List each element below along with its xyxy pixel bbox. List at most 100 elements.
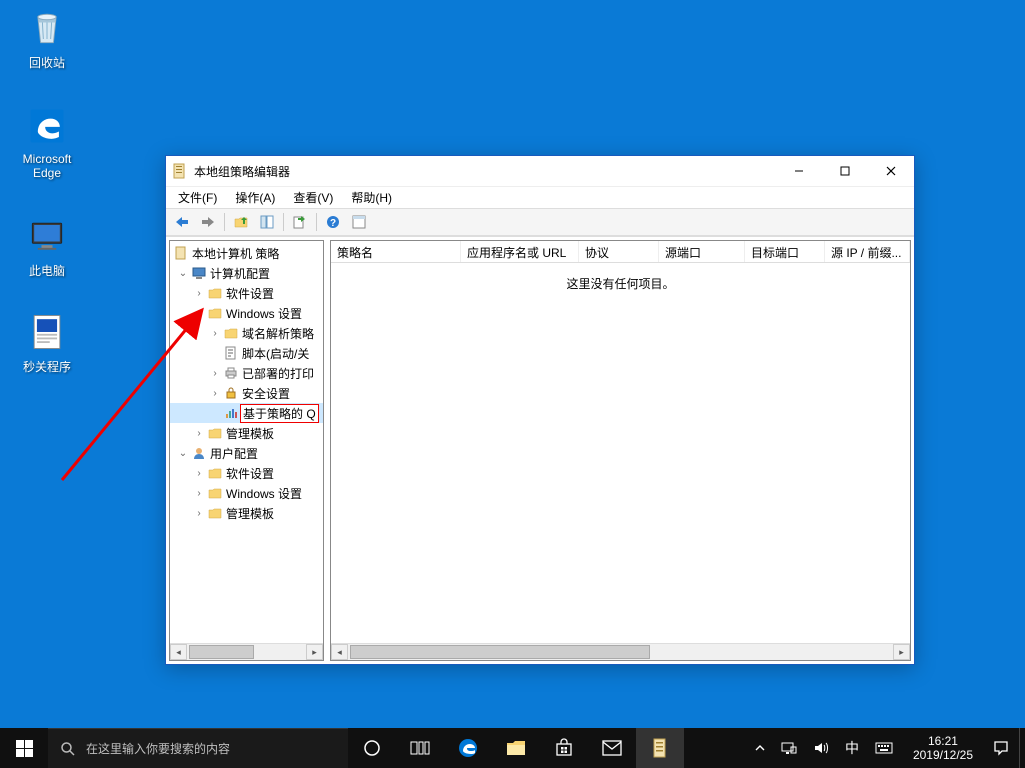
tray-ime[interactable]: 中 [841,728,863,768]
col-dst-port[interactable]: 目标端口 [745,241,825,262]
printer-icon [222,365,240,381]
tree-admin-templates[interactable]: › 管理模板 [170,423,323,443]
tray-overflow[interactable] [751,728,769,768]
tree-computer-config[interactable]: ⌄ 计算机配置 [170,263,323,283]
toolbar-forward-button[interactable] [196,211,220,233]
folder-icon [222,325,240,341]
expand-toggle[interactable]: › [208,368,222,379]
taskbar-cortana[interactable] [348,728,396,768]
col-src-port[interactable]: 源端口 [659,241,745,262]
desktop-icon-shutdown-tool[interactable]: 秒关程序 [10,310,84,375]
desktop-icon-label: 秒关程序 [23,360,71,374]
tree-policy-based-qos[interactable]: 基于策略的 Q [170,403,323,423]
tree-security-settings[interactable]: › 安全设置 [170,383,323,403]
gpedit-window: 本地组策略编辑器 文件(F) 操作(A) 查看(V) 帮助(H) ? 本 [165,155,915,665]
tree-user-admin-templates[interactable]: › 管理模板 [170,503,323,523]
recycle-bin-icon [23,6,71,50]
tree-scripts[interactable]: 脚本(启动/关 [170,343,323,363]
list-pane: 策略名 应用程序名或 URL 协议 源端口 目标端口 源 IP / 前缀... … [330,240,911,661]
tree-user-config[interactable]: ⌄ 用户配置 [170,443,323,463]
menu-file[interactable]: 文件(F) [170,187,225,208]
desktop-icon-recycle-bin[interactable]: 回收站 [10,6,84,71]
expand-toggle[interactable]: › [192,488,206,499]
toolbar-help-button[interactable]: ? [321,211,345,233]
store-icon [554,738,574,758]
scroll-right-button[interactable]: ▸ [893,644,910,660]
tray-keyboard[interactable] [871,728,897,768]
show-desktop-button[interactable] [1019,728,1025,768]
expand-toggle[interactable]: ⌄ [176,448,190,459]
col-policy-name[interactable]: 策略名 [331,241,461,262]
tray-clock[interactable]: 16:21 2019/12/25 [905,734,981,763]
expand-toggle[interactable]: › [192,508,206,519]
desktop-icon-label: 此电脑 [29,264,65,278]
tree-dns-policy[interactable]: › 域名解析策略 [170,323,323,343]
tree-h-scrollbar[interactable]: ◂ ▸ [170,643,323,660]
taskbar-mail[interactable] [588,728,636,768]
desktop-icon-this-pc[interactable]: 此电脑 [10,214,84,279]
expand-toggle[interactable]: › [192,288,206,299]
tray-network[interactable] [777,728,801,768]
search-icon [60,741,76,757]
expand-toggle[interactable]: ⌄ [176,268,190,279]
cortana-icon [363,739,381,757]
taskbar-taskview[interactable] [396,728,444,768]
menu-help[interactable]: 帮助(H) [343,187,400,208]
user-icon [190,445,208,461]
gpedit-icon [651,738,669,758]
minimize-button[interactable] [776,156,822,186]
taskbar-explorer[interactable] [492,728,540,768]
chevron-up-icon [755,743,765,753]
tree-deployed-printers[interactable]: › 已部署的打印 [170,363,323,383]
menu-action[interactable]: 操作(A) [227,187,283,208]
tray-volume[interactable] [809,728,833,768]
search-placeholder: 在这里输入你要搜索的内容 [86,740,230,757]
start-button[interactable] [0,728,48,768]
toolbar-up-button[interactable] [229,211,253,233]
folder-icon [206,465,224,481]
expand-toggle[interactable]: › [208,328,222,339]
taskbar-edge[interactable] [444,728,492,768]
titlebar[interactable]: 本地组策略编辑器 [166,156,914,186]
toolbar-back-button[interactable] [170,211,194,233]
system-tray: 中 16:21 2019/12/25 [745,728,1019,768]
toolbar-show-hide-tree-button[interactable] [255,211,279,233]
col-src-ip[interactable]: 源 IP / 前缀... [825,241,910,262]
tree-root[interactable]: 本地计算机 策略 [170,243,323,263]
taskbar-store[interactable] [540,728,588,768]
menu-view[interactable]: 查看(V) [285,187,341,208]
computer-icon [190,265,208,281]
tree-windows-settings[interactable]: ⌄ Windows 设置 [170,303,323,323]
taskbar-gpedit[interactable] [636,728,684,768]
expand-toggle[interactable]: › [208,388,222,399]
maximize-button[interactable] [822,156,868,186]
desktop-icon-label: 回收站 [29,56,65,70]
folder-icon [206,285,224,301]
expand-toggle[interactable]: › [192,428,206,439]
expand-toggle[interactable]: › [192,468,206,479]
folder-icon [206,485,224,501]
tree-pane: 本地计算机 策略 ⌄ 计算机配置 › 软件设置 ⌄ Windows 设置 [169,240,324,661]
desktop-icon-edge[interactable]: Microsoft Edge [10,104,84,180]
folder-icon [206,425,224,441]
clock-date: 2019/12/25 [913,748,973,762]
expand-toggle[interactable]: ⌄ [192,308,206,319]
toolbar-export-button[interactable] [288,211,312,233]
scroll-left-button[interactable]: ◂ [331,644,348,660]
tray-action-center[interactable] [989,728,1013,768]
col-app-or-url[interactable]: 应用程序名或 URL [461,241,579,262]
tree-user-software-settings[interactable]: › 软件设置 [170,463,323,483]
scroll-left-button[interactable]: ◂ [170,644,187,660]
list-h-scrollbar[interactable]: ◂ ▸ [331,643,910,660]
scroll-right-button[interactable]: ▸ [306,644,323,660]
toolbar: ? [166,208,914,236]
toolbar-properties-button[interactable] [347,211,371,233]
folder-icon [206,305,224,321]
tree-user-windows-settings[interactable]: › Windows 设置 [170,483,323,503]
close-button[interactable] [868,156,914,186]
tree-software-settings[interactable]: › 软件设置 [170,283,323,303]
window-title: 本地组策略编辑器 [194,163,776,180]
col-protocol[interactable]: 协议 [579,241,659,262]
taskbar-search[interactable]: 在这里输入你要搜索的内容 [48,728,348,768]
taskbar: 在这里输入你要搜索的内容 中 16:21 2019/12/25 [0,728,1025,768]
